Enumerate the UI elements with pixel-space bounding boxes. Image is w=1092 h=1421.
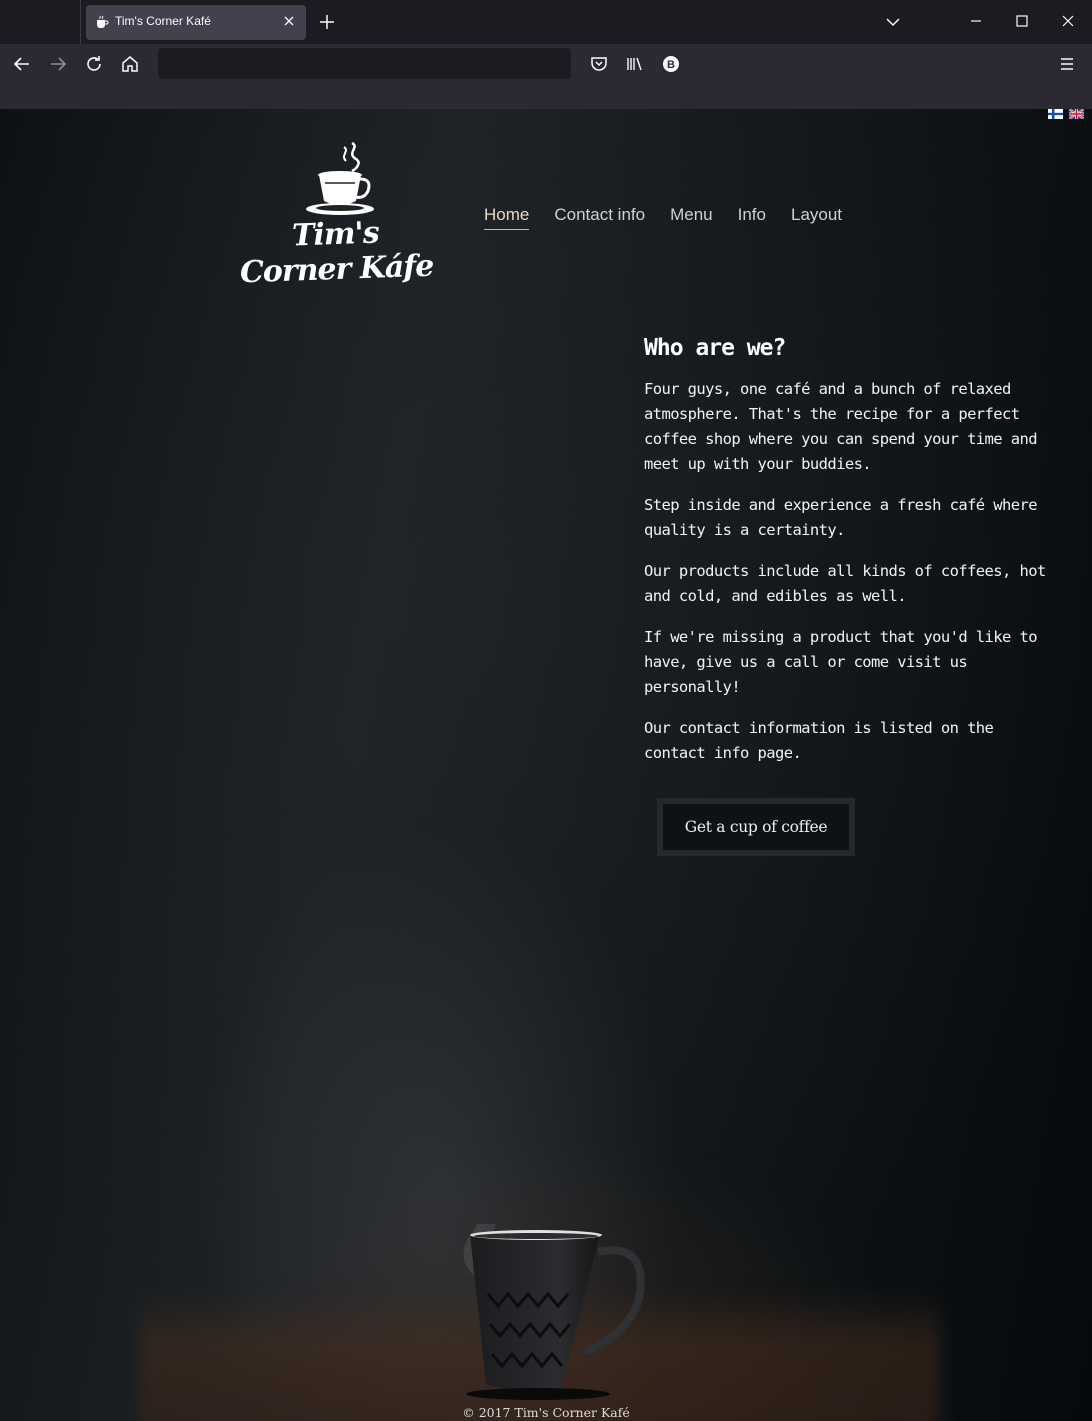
section-heading: Who are we? xyxy=(644,335,786,361)
get-coffee-button[interactable]: Get a cup of coffee xyxy=(663,804,849,850)
nav-contact-info[interactable]: Contact info xyxy=(554,205,645,230)
cta-frame: Get a cup of coffee xyxy=(657,798,855,856)
paragraph: If we're missing a product that you'd li… xyxy=(644,628,1038,696)
web-page: Tim's Corner Káfe Home Contact info Menu… xyxy=(0,109,1092,1421)
hamburger-menu-icon[interactable] xyxy=(1057,54,1077,74)
logo-text: Tim's Corner Káfe xyxy=(239,215,434,291)
close-window-icon[interactable] xyxy=(1059,12,1077,30)
finland-flag-icon[interactable] xyxy=(1048,109,1063,119)
about-section: Who are we? Four guys, one café and a bu… xyxy=(644,335,1054,782)
new-tab-icon[interactable] xyxy=(318,13,336,31)
back-arrow-icon[interactable] xyxy=(12,54,32,74)
main-navigation: Home Contact info Menu Info Layout xyxy=(484,205,842,230)
tab-title: Tim's Corner Kafé xyxy=(115,14,211,28)
nav-layout[interactable]: Layout xyxy=(791,205,842,230)
nav-menu[interactable]: Menu xyxy=(670,205,713,230)
paragraph: Step inside and experience a fresh café … xyxy=(644,496,1038,539)
minimize-icon[interactable] xyxy=(967,12,985,30)
coffee-mug-image xyxy=(463,1224,645,1400)
language-switcher xyxy=(1048,109,1084,119)
url-bar[interactable] xyxy=(158,48,571,79)
browser-tab-bar: Tim's Corner Kafé xyxy=(0,0,1092,44)
paragraph: Four guys, one café and a bunch of relax… xyxy=(644,380,1038,473)
page-footer: © 2017 Tim's Corner Kafé xyxy=(462,1405,630,1420)
reload-icon[interactable] xyxy=(84,54,104,74)
uk-flag-icon[interactable] xyxy=(1069,109,1084,119)
extension-b-icon[interactable]: B xyxy=(661,54,681,74)
bookmarks-bar xyxy=(0,84,1092,109)
library-icon[interactable] xyxy=(625,54,645,74)
paragraph: Our products include all kinds of coffee… xyxy=(644,562,1046,605)
coffee-cup-favicon-icon xyxy=(97,15,109,28)
coffee-cup-logo-icon xyxy=(306,141,374,215)
browser-toolbar: B xyxy=(0,44,1092,84)
pocket-icon[interactable] xyxy=(589,54,609,74)
site-logo[interactable]: Tim's Corner Káfe xyxy=(236,139,436,290)
browser-tab[interactable]: Tim's Corner Kafé xyxy=(86,5,306,40)
close-tab-icon[interactable] xyxy=(280,12,298,30)
maximize-icon[interactable] xyxy=(1013,12,1031,30)
home-icon[interactable] xyxy=(120,54,140,74)
svg-text:B: B xyxy=(667,59,675,71)
nav-info[interactable]: Info xyxy=(738,205,766,230)
tab-separator xyxy=(80,0,81,44)
chevron-down-icon[interactable] xyxy=(884,14,902,30)
paragraph: Our contact information is listed on the… xyxy=(644,719,994,762)
nav-home[interactable]: Home xyxy=(484,205,530,230)
forward-arrow-icon[interactable] xyxy=(48,54,68,74)
